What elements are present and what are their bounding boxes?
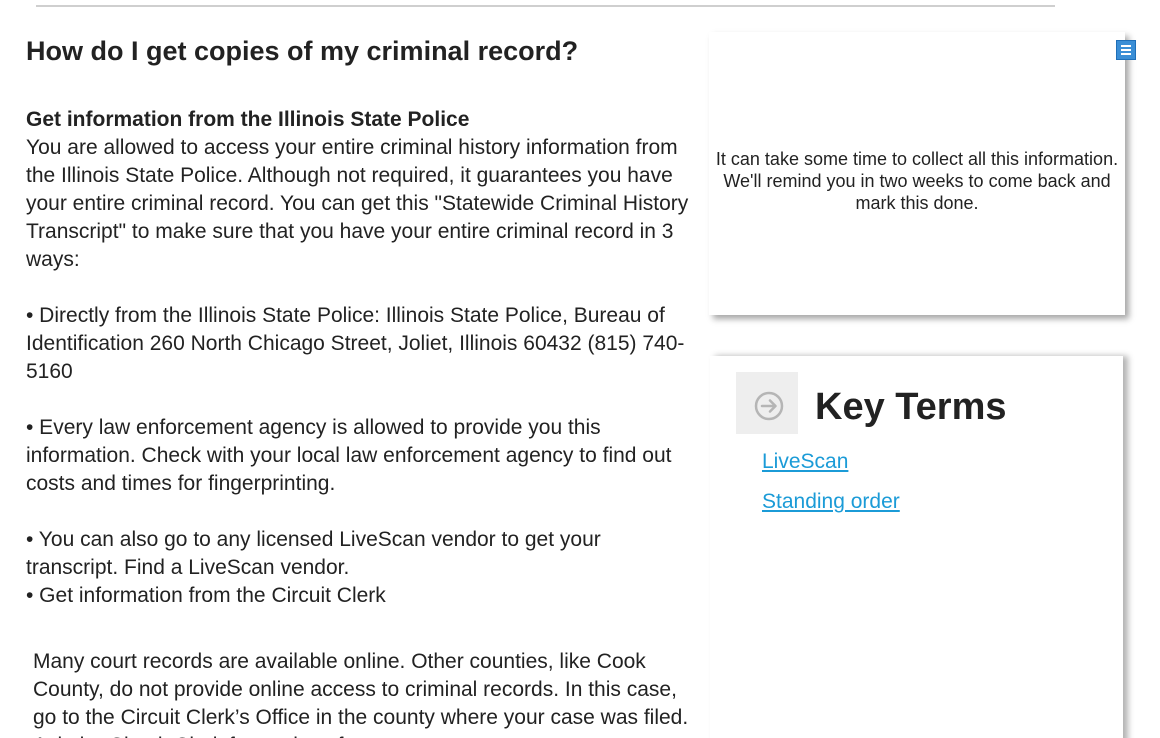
term-link-standing-order[interactable]: Standing order (762, 489, 900, 515)
main-content: How do I get copies of my criminal recor… (26, 34, 691, 738)
reminder-text: It can take some time to collect all thi… (715, 149, 1119, 213)
menu-icon[interactable] (1116, 40, 1136, 60)
reminder-card: It can take some time to collect all thi… (709, 32, 1125, 315)
page: How do I get copies of my criminal recor… (0, 0, 1160, 738)
circuit-clerk-paragraph: Many court records are available online.… (33, 650, 689, 738)
option-bullet-law-enforcement: • Every law enforcement agency is allowe… (26, 416, 672, 495)
key-terms-title: Key Terms (815, 386, 1007, 428)
option-bullet-state-police: • Directly from the Illinois State Polic… (26, 304, 685, 383)
key-terms-icon-box (736, 372, 798, 434)
top-divider (36, 5, 1055, 7)
section-subheading: Get information from the Illinois State … (26, 108, 470, 131)
option-bullet-livescan: • You can also go to any licensed LiveSc… (26, 528, 601, 579)
term-link-livescan[interactable]: LiveScan (762, 449, 848, 475)
option-bullet-circuit-clerk: • Get information from the Circuit Clerk (26, 584, 386, 607)
key-terms-panel: Key Terms LiveScan Standing order (710, 356, 1123, 738)
page-title: How do I get copies of my criminal recor… (26, 36, 579, 66)
intro-paragraph: You are allowed to access your entire cr… (26, 136, 689, 271)
circle-arrow-right-icon (754, 391, 784, 421)
